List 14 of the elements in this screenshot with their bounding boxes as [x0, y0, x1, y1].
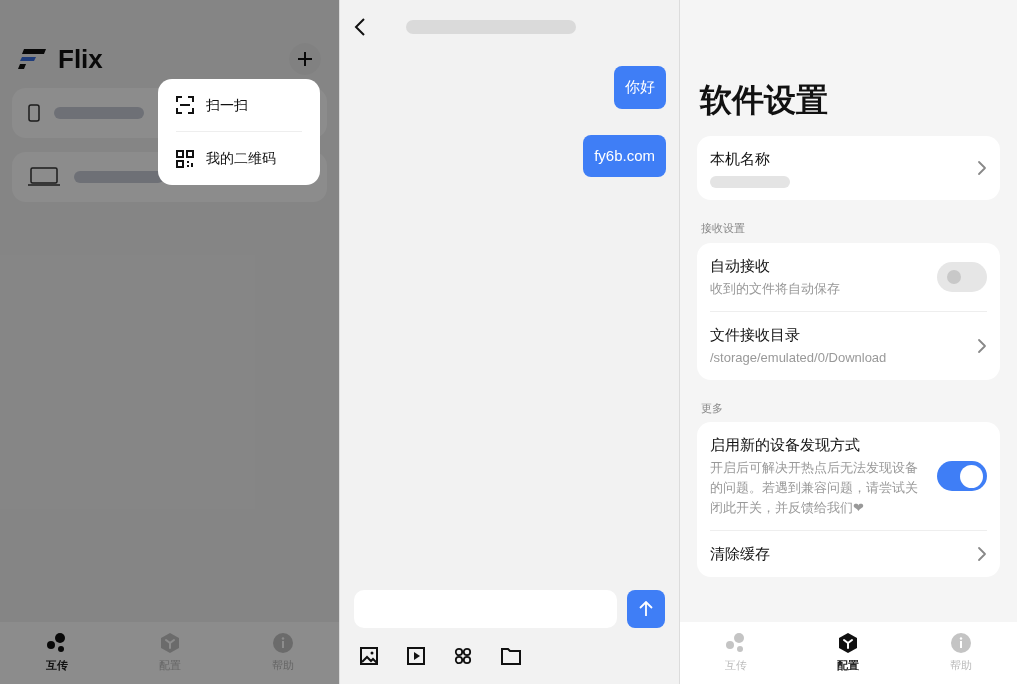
setting-description: 收到的文件将自动保存 — [710, 279, 841, 298]
section-header: 接收设置 — [700, 221, 746, 236]
setting-title: 自动接收 — [710, 255, 771, 276]
section-header: 更多 — [700, 400, 724, 416]
chat-bubble: fy6b.com — [583, 134, 666, 177]
app-name: Flix — [58, 42, 103, 76]
setting-description: 开启后可解决开热点后无法发现设备的问题。若遇到兼容问题，请尝试关闭此开关，并反馈给我们❤ — [710, 459, 919, 517]
setting-title: 本机名称 — [710, 149, 771, 169]
setting-title: 启用新的设备发现方式 — [710, 435, 861, 455]
chat-bubble: 你好 — [614, 66, 666, 109]
setting-description: /storage/emulated/0/Download — [710, 348, 887, 367]
page-title: 软件设置 — [698, 81, 829, 120]
setting-title: 文件接收目录 — [710, 324, 801, 345]
setting-title: 清除缓存 — [710, 544, 770, 564]
